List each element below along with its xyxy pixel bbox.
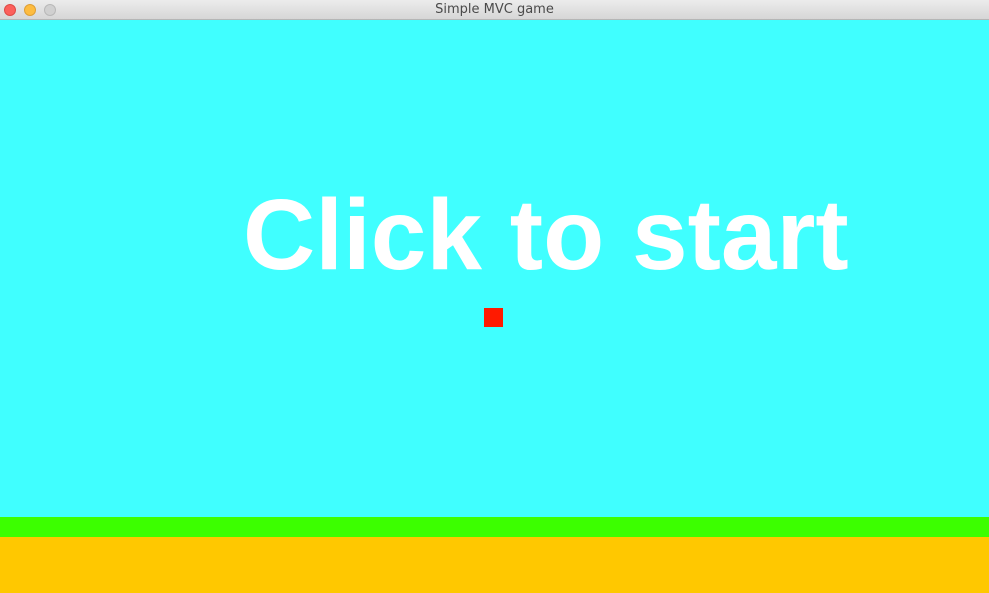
game-canvas[interactable]: Click to start — [0, 20, 989, 593]
window-title: Simple MVC game — [435, 2, 554, 17]
grass-strip — [0, 517, 989, 537]
title-bar[interactable]: Simple MVC game — [0, 0, 989, 20]
start-message: Click to start — [243, 179, 849, 291]
player-block — [484, 308, 503, 327]
ground-area — [0, 537, 989, 593]
app-window: Simple MVC game Click to start — [0, 0, 989, 593]
